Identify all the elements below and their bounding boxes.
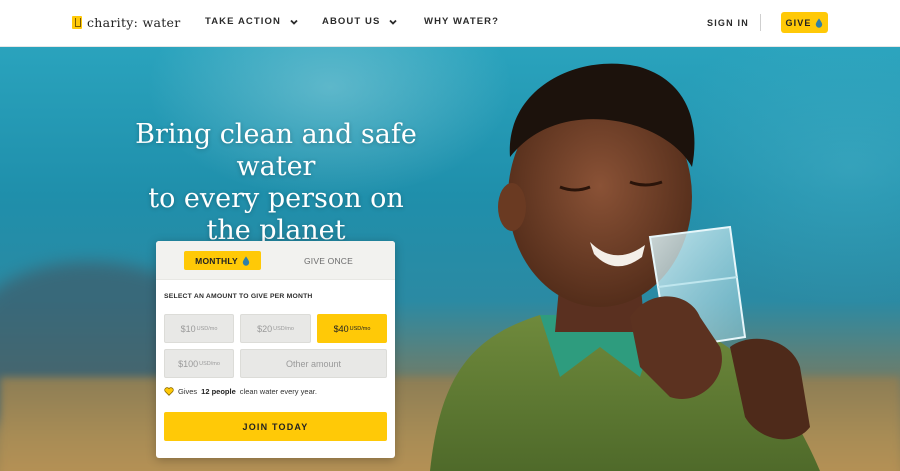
amount-value: $100 — [178, 358, 199, 369]
nav-about-us-label: ABOUT US — [322, 16, 381, 27]
heart-icon — [164, 387, 174, 396]
hero-headline: Bring clean and safe water to every pers… — [92, 119, 460, 247]
chevron-down-icon — [290, 19, 298, 25]
amount-unit: USD/mo — [273, 325, 294, 332]
amount-unit: USD/mo — [199, 360, 220, 367]
logo-jerrycan-icon — [72, 16, 82, 29]
boy-drinking-water-photo — [430, 63, 820, 471]
tab-monthly-label: MONTHLY — [195, 255, 238, 266]
impact-statement: Gives 12 people clean water every year. — [164, 387, 317, 396]
other-amount-input[interactable]: Other amount — [240, 349, 387, 378]
impact-count: 12 people — [201, 387, 236, 396]
nav-take-action[interactable]: TAKE ACTION — [205, 16, 299, 27]
sign-in-link[interactable]: SIGN IN — [707, 18, 749, 28]
hero-section: Bring clean and safe water to every pers… — [0, 47, 900, 471]
chevron-down-icon — [389, 19, 398, 25]
impact-suffix: clean water every year. — [239, 387, 317, 396]
give-button[interactable]: GIVE — [781, 12, 828, 33]
nav-about-us[interactable]: ABOUT US — [322, 16, 398, 27]
site-header: charity: water TAKE ACTION ABOUT US WHY … — [0, 0, 900, 47]
water-drop-icon — [242, 256, 250, 266]
nav-take-action-label: TAKE ACTION — [205, 16, 281, 27]
amount-unit: USD/mo — [349, 325, 371, 332]
headline-line-2: to every person on — [148, 183, 404, 214]
tab-give-once[interactable]: GIVE ONCE — [286, 251, 371, 270]
tab-monthly[interactable]: MONTHLY — [184, 251, 261, 270]
amount-unit: USD/mo — [196, 325, 218, 332]
amount-instruction: SELECT AN AMOUNT TO GIVE PER MONTH — [164, 293, 313, 300]
logo-text: charity: water — [87, 15, 181, 30]
nav-divider — [760, 14, 761, 31]
nav-why-water-label: WHY WATER? — [424, 16, 500, 27]
amount-value: $20 — [257, 323, 273, 334]
amount-option-10[interactable]: $10 USD/mo — [164, 314, 234, 343]
give-button-label: GIVE — [785, 17, 812, 28]
nav-why-water[interactable]: WHY WATER? — [424, 16, 499, 27]
join-today-button[interactable]: JOIN TODAY — [164, 412, 387, 441]
headline-line-1: Bring clean and safe water — [135, 119, 417, 182]
amount-option-40[interactable]: $40 USD/mo — [317, 314, 387, 343]
water-drop-icon — [816, 18, 823, 28]
amount-option-20[interactable]: $20 USD/mo — [240, 314, 311, 343]
frequency-tabs: MONTHLY GIVE ONCE — [156, 241, 395, 280]
impact-prefix: Gives — [178, 387, 198, 396]
amount-value: $10 — [180, 323, 196, 334]
donation-card: MONTHLY GIVE ONCE SELECT AN AMOUNT TO GI… — [156, 241, 395, 458]
amount-value: $40 — [333, 323, 349, 334]
logo[interactable]: charity: water — [72, 15, 181, 30]
amount-option-100[interactable]: $100 USD/mo — [164, 349, 234, 378]
